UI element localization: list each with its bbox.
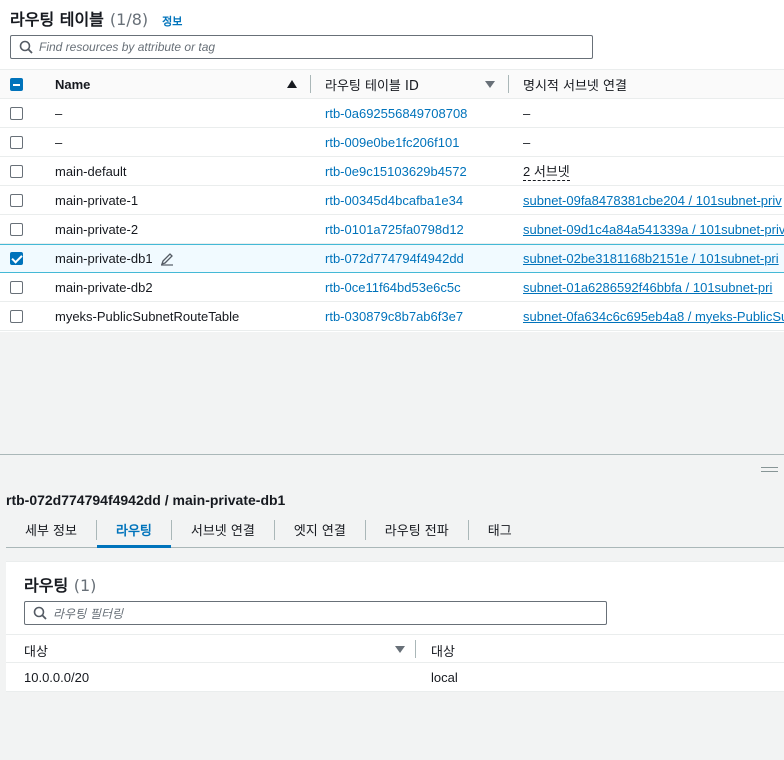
subnet-association: – <box>523 134 531 150</box>
selection-count: (1/8) <box>109 10 149 29</box>
sort-descending-icon[interactable] <box>485 81 495 88</box>
sort-ascending-icon[interactable] <box>287 80 297 88</box>
routes-panel: 라우팅 (1) 라우팅 필터링 대상 대상 10.0.0.0/20 local <box>6 561 784 692</box>
filter-placeholder: 라우팅 필터링 <box>53 606 124 621</box>
subnet-association-link[interactable]: subnet-0fa634c6c695eb4a8 / myeks-PublicS… <box>523 309 784 324</box>
tab-tags[interactable]: 태그 <box>469 514 531 548</box>
detail-title: rtb-072d774794f4942dd / main-private-db1 <box>6 492 286 508</box>
route-table-id-link[interactable]: rtb-009e0be1fc206f101 <box>325 135 459 150</box>
route-tables-table: Name 라우팅 테이블 ID 명시적 서브넷 연결 – rtb-0a69255… <box>0 69 784 331</box>
search-placeholder: Find resources by attribute or tag <box>39 40 216 54</box>
route-target: local <box>431 670 458 685</box>
search-input[interactable]: Find resources by attribute or tag <box>10 35 593 59</box>
route-table-name: main-private-db1 <box>55 251 153 266</box>
column-divider[interactable] <box>415 640 416 658</box>
table-row[interactable]: main-private-db2 rtb-0ce11f64bd53e6c5c s… <box>0 273 784 302</box>
panel-header: 라우팅 테이블 (1/8) 정보 <box>10 6 182 30</box>
route-table-name: myeks-PublicSubnetRouteTable <box>55 308 240 324</box>
split-panel-divider[interactable] <box>0 454 784 455</box>
table-row-selected[interactable]: main-private-db1 rtb-072d774794f4942dd s… <box>0 244 784 273</box>
row-checkbox[interactable] <box>10 135 23 149</box>
edit-pencil-icon[interactable] <box>160 252 174 266</box>
row-checkbox[interactable] <box>10 164 23 178</box>
table-row[interactable]: – rtb-0a692556849708708 – <box>0 99 784 128</box>
page-title: 라우팅 테이블 <box>10 10 104 29</box>
tab-routes[interactable]: 라우팅 <box>96 514 171 548</box>
search-icon <box>33 606 47 620</box>
column-header-destination[interactable]: 대상 <box>24 641 48 660</box>
row-checkbox[interactable] <box>10 280 23 294</box>
routes-title: 라우팅 (1) <box>24 572 96 596</box>
column-divider[interactable] <box>310 75 311 93</box>
table-row[interactable]: main-private-2 rtb-0101a725fa0798d12 sub… <box>0 215 784 244</box>
table-row[interactable]: myeks-PublicSubnetRouteTable rtb-030879c… <box>0 302 784 331</box>
tab-details[interactable]: 세부 정보 <box>6 514 96 548</box>
route-table-name: – <box>55 105 63 121</box>
route-table-id-link[interactable]: rtb-0a692556849708708 <box>325 106 467 121</box>
route-tables-panel: 라우팅 테이블 (1/8) 정보 Find resources by attri… <box>0 0 784 332</box>
route-table-id-link[interactable]: rtb-00345d4bcafba1e34 <box>325 193 463 208</box>
row-checkbox[interactable] <box>10 252 23 265</box>
routes-table-header: 대상 대상 <box>6 634 784 663</box>
subnet-association-link[interactable]: subnet-02be3181168b2151e / 101subnet-pri <box>523 251 779 266</box>
tab-subnet-associations[interactable]: 서브넷 연결 <box>172 514 274 548</box>
subnet-association-popover[interactable]: 2 서브넷 <box>523 161 570 181</box>
row-checkbox[interactable] <box>10 309 23 323</box>
subnet-association-link[interactable]: subnet-09fa8478381cbe204 / 101subnet-pri… <box>523 193 782 208</box>
row-checkbox[interactable] <box>10 106 23 120</box>
route-table-id-link[interactable]: rtb-0ce11f64bd53e6c5c <box>325 280 461 295</box>
route-table-id-link[interactable]: rtb-0e9c15103629b4572 <box>325 164 467 179</box>
table-row[interactable]: main-default rtb-0e9c15103629b4572 2 서브넷 <box>0 157 784 186</box>
row-checkbox[interactable] <box>10 193 23 207</box>
routes-count: (1) <box>73 576 97 595</box>
tab-route-propagation[interactable]: 라우팅 전파 <box>366 514 468 548</box>
table-row[interactable]: main-private-1 rtb-00345d4bcafba1e34 sub… <box>0 186 784 215</box>
column-divider[interactable] <box>508 75 509 93</box>
route-table-name: main-private-1 <box>55 192 139 208</box>
search-icon <box>19 40 33 54</box>
routes-title-label: 라우팅 <box>24 576 69 595</box>
column-header-id[interactable]: 라우팅 테이블 ID <box>325 75 419 94</box>
subnet-association-link[interactable]: subnet-01a6286592f46bbfa / 101subnet-pri <box>523 280 772 295</box>
route-table-id-link[interactable]: rtb-072d774794f4942dd <box>325 251 464 266</box>
route-table-id-link[interactable]: rtb-030879c8b7ab6f3e7 <box>325 309 463 324</box>
column-header-name[interactable]: Name <box>55 77 90 92</box>
route-destination: 10.0.0.0/20 <box>24 670 90 685</box>
subnet-association: – <box>523 105 531 121</box>
route-table-name: main-private-db2 <box>55 279 153 295</box>
resize-handle-icon[interactable] <box>761 467 778 475</box>
tab-edge-associations[interactable]: 엣지 연결 <box>275 514 365 548</box>
route-table-name: main-private-2 <box>55 221 139 237</box>
route-table-name: – <box>55 134 63 150</box>
detail-tabs: 세부 정보 라우팅 서브넷 연결 엣지 연결 라우팅 전파 태그 <box>6 514 784 548</box>
sort-icon[interactable] <box>395 646 405 653</box>
table-row[interactable]: – rtb-009e0be1fc206f101 – <box>0 128 784 157</box>
column-header-subnet[interactable]: 명시적 서브넷 연결 <box>523 75 627 94</box>
subnet-association-link[interactable]: subnet-09d1c4a84a541339a / 101subnet-pri… <box>523 222 784 237</box>
column-header-target[interactable]: 대상 <box>431 641 455 660</box>
route-row: 10.0.0.0/20 local <box>6 663 784 692</box>
routes-filter-input[interactable]: 라우팅 필터링 <box>24 601 607 625</box>
route-table-name: main-default <box>55 163 127 179</box>
info-link[interactable]: 정보 <box>162 13 182 29</box>
route-table-id-link[interactable]: rtb-0101a725fa0798d12 <box>325 222 464 237</box>
table-header: Name 라우팅 테이블 ID 명시적 서브넷 연결 <box>0 69 784 99</box>
row-checkbox[interactable] <box>10 222 23 236</box>
select-all-checkbox[interactable] <box>10 77 23 91</box>
